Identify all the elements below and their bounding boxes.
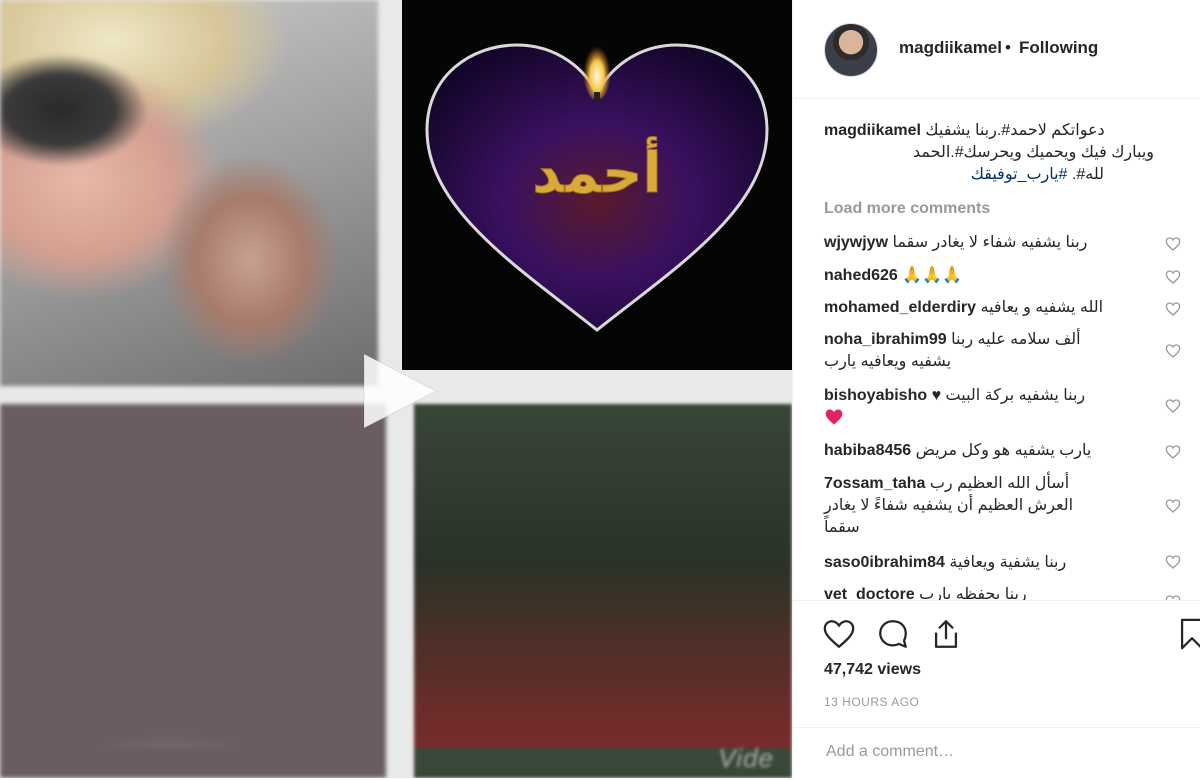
post-sidebar: magdiikamel • Following magdiikamel دعوا… <box>792 0 1200 778</box>
heart-name-text: أحمد <box>532 136 661 206</box>
post-header: magdiikamel • Following <box>793 0 1200 99</box>
small-heart-icon[interactable] <box>1165 554 1181 570</box>
load-more-comments-button[interactable]: Load more comments <box>824 200 990 218</box>
collage-photo-bottom-left <box>0 404 386 778</box>
small-heart-icon[interactable] <box>1165 343 1181 359</box>
comment-username[interactable]: nahed626 <box>824 267 898 284</box>
small-heart-icon[interactable] <box>1165 301 1181 317</box>
comment-username[interactable]: 7ossam_taha <box>824 475 925 492</box>
comment-text-continued: يشفيه ويعافيه يارب <box>824 353 952 370</box>
red-heart-emoji <box>825 409 843 425</box>
comment-item: vet_doctore ربنا يحفظه يارب <box>824 584 1144 600</box>
share-icon[interactable] <box>929 617 963 651</box>
comment-text: ربنا يشفية ويعافية <box>949 554 1067 571</box>
comment-item: nahed626 🙏🙏🙏 <box>824 265 1144 287</box>
small-heart-icon[interactable] <box>1165 444 1181 460</box>
small-heart-icon[interactable] <box>1165 236 1181 252</box>
header-username[interactable]: magdiikamel <box>899 38 1002 58</box>
candle-heart-graphic: أحمد <box>425 40 769 332</box>
collage-heart-tile: أحمد <box>402 0 792 370</box>
comment-text-continued: سقماً <box>824 519 860 536</box>
comment-item: 7ossam_taha أسأل الله العظيم رب العرش ال… <box>824 473 1144 539</box>
add-comment-input[interactable] <box>824 742 1158 762</box>
comment-text: ربنا يحفظه يارب <box>919 586 1027 600</box>
pray-emoji: 🙏🙏🙏 <box>902 267 963 284</box>
caption-hashtag[interactable]: #يارب_توفيقك <box>971 166 1068 183</box>
comment-username[interactable]: noha_ibrahim99 <box>824 331 947 348</box>
caption-username[interactable]: magdiikamel <box>824 122 921 139</box>
avatar[interactable] <box>824 23 878 77</box>
comment-username[interactable]: wjywjyw <box>824 234 888 251</box>
comment-icon[interactable] <box>876 617 910 651</box>
comment-item: noha_ibrahim99 ألف سلامه عليه ربنا يشفيه… <box>824 329 1144 373</box>
comments-list[interactable]: magdiikamel دعواتكم لاحمد#.ربنا يشفيك وي… <box>793 98 1200 600</box>
comment-text-continued: العرش العظيم أن يشفيه شفاءً لا يغادر <box>824 497 1074 514</box>
comment-username[interactable]: vet_doctore <box>824 586 915 600</box>
small-heart-icon[interactable] <box>1165 269 1181 285</box>
following-button[interactable]: Following <box>1019 38 1098 58</box>
small-heart-icon[interactable] <box>1165 498 1181 514</box>
comment-text: ♥ ربنا يشفيه بركة البيت <box>931 387 1086 404</box>
comment-text: يارب يشفيه هو وكل مريض <box>915 442 1092 459</box>
caption-line-1: دعواتكم لاحمد#.ربنا يشفيك <box>925 122 1105 139</box>
caption-line-3: لله#. <box>1067 166 1104 183</box>
video-watermark: Vide <box>718 743 774 773</box>
comment-item: habiba8456 يارب يشفيه هو وكل مريض <box>824 440 1144 462</box>
video-player[interactable]: أحمد Vide <box>0 0 792 778</box>
post-timestamp[interactable]: 13 HOURS AGO <box>824 695 919 709</box>
comment-item: saso0ibrahim84 ربنا يشفية ويعافية <box>824 552 1144 574</box>
comment-item: bishoyabisho ♥ ربنا يشفيه بركة البيت <box>824 385 1144 430</box>
comment-username[interactable]: habiba8456 <box>824 442 911 459</box>
heart-icon[interactable] <box>822 617 856 651</box>
comment-text: أسأل الله العظيم رب <box>929 475 1070 492</box>
small-heart-icon[interactable] <box>1165 398 1181 414</box>
caption-line-2: ويبارك فيك ويحميك ويحرسك#.الحمد <box>912 144 1154 161</box>
comment-text: ربنا يشفيه شفاء لا يغادر سقما <box>892 234 1088 251</box>
collage-photo-top-left <box>0 0 378 386</box>
play-icon[interactable] <box>358 350 440 432</box>
comment-item: wjywjyw ربنا يشفيه شفاء لا يغادر سقما <box>824 232 1144 254</box>
post-caption: magdiikamel دعواتكم لاحمد#.ربنا يشفيك وي… <box>824 120 1164 186</box>
view-count[interactable]: 47,742 views <box>824 661 921 679</box>
bookmark-icon[interactable] <box>1175 617 1200 651</box>
comment-item: mohamed_elderdiry الله يشفيه و يعافيه <box>824 297 1144 319</box>
comment-text: الله يشفيه و يعافيه <box>980 299 1104 316</box>
post-actions: 47,742 views 13 HOURS AGO <box>793 600 1200 779</box>
collage-photo-bottom-right: Vide <box>414 404 792 778</box>
comment-username[interactable]: mohamed_elderdiry <box>824 299 976 316</box>
comment-text: ألف سلامه عليه ربنا <box>951 331 1081 348</box>
add-comment-bar <box>793 727 1200 780</box>
header-separator: • <box>1005 38 1011 57</box>
comment-username[interactable]: bishoyabisho <box>824 387 927 404</box>
comment-username[interactable]: saso0ibrahim84 <box>824 554 945 571</box>
